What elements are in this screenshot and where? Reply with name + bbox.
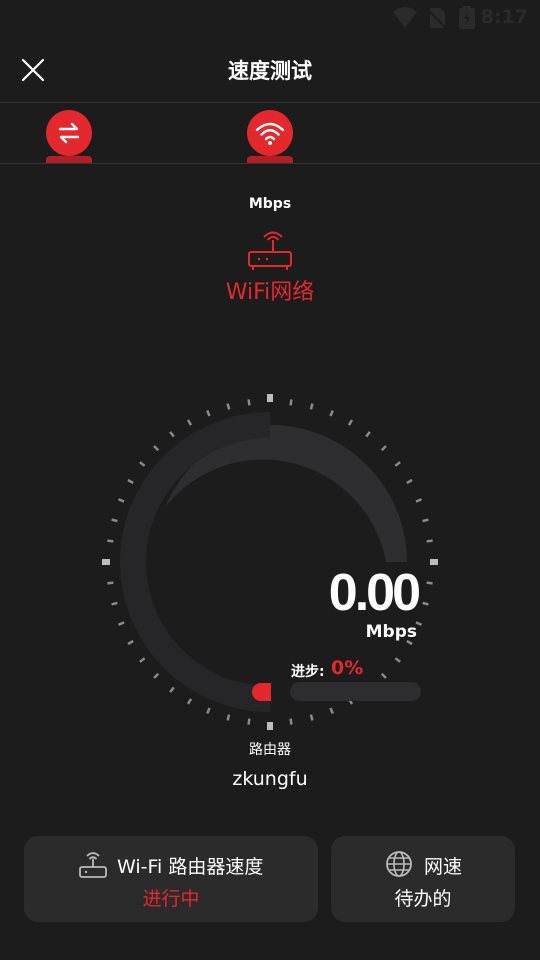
status-time: 8:17 <box>480 6 528 28</box>
gauge-tick <box>309 403 314 410</box>
gauge-tick <box>118 498 125 503</box>
gauge-tick <box>127 639 134 646</box>
gauge-tick <box>139 657 146 663</box>
transfer-icon <box>46 110 92 156</box>
gauge-tick <box>111 601 118 606</box>
server-label: 路由器 <box>249 742 291 758</box>
gauge-tick <box>153 445 160 452</box>
wifi-card-status: 进行中 <box>142 888 200 910</box>
gauge-tick <box>426 581 433 585</box>
gauge-tick <box>422 518 429 523</box>
header-divider <box>0 102 540 103</box>
gauge-tick <box>394 657 401 663</box>
gauge-tick <box>415 498 422 503</box>
server-name: zkungfu <box>232 768 308 790</box>
gauge-tick <box>329 707 334 714</box>
status-bar: 8:17 <box>0 0 540 36</box>
gauge-tick <box>169 431 175 438</box>
progress-value: 0% <box>331 657 364 679</box>
gauge-tick <box>247 718 251 725</box>
net-card-title: 网速 <box>424 856 463 878</box>
progress-bar <box>290 682 421 701</box>
gauge-tick <box>127 478 134 485</box>
gauge-tick <box>347 419 354 426</box>
mode-label: WiFi网络 <box>225 280 315 305</box>
gauge-tick <box>206 707 211 714</box>
gauge-tick <box>226 403 231 410</box>
gauge-tick <box>169 686 175 693</box>
gauge-tick <box>118 621 125 626</box>
wifi-icon <box>393 7 417 28</box>
gauge-tick <box>107 539 114 543</box>
battery-icon <box>459 6 475 29</box>
gauge-tick <box>380 445 387 452</box>
gauge-tick <box>247 399 251 406</box>
router-icon <box>248 231 292 270</box>
gauge-tick <box>206 410 211 417</box>
tab-wifi[interactable] <box>241 108 299 164</box>
gauge-tick <box>153 672 160 679</box>
speed-unit-top: Mbps <box>248 196 292 212</box>
gauge-tick <box>289 718 293 725</box>
gauge-tick <box>289 399 293 406</box>
wifi-icon <box>247 110 293 156</box>
gauge-needle <box>252 683 271 701</box>
tab-transfer[interactable] <box>40 108 98 164</box>
gauge-tick <box>394 461 401 467</box>
gauge-tick <box>107 581 114 585</box>
gauge-tick <box>139 461 146 467</box>
tabs-divider <box>0 163 540 164</box>
page-title: 速度测试 <box>228 59 312 83</box>
gauge-tick <box>422 601 429 606</box>
speed-unit: Mbps <box>365 622 417 642</box>
gauge-tick <box>186 698 193 705</box>
gauge-tick <box>111 518 118 523</box>
net-card-status: 待办的 <box>394 888 452 910</box>
router-icon <box>79 852 107 878</box>
gauge-tick <box>406 478 413 485</box>
gauge-tick <box>186 419 193 426</box>
wifi-card-title: Wi-Fi 路由器速度 <box>117 856 264 878</box>
gauge-tick <box>309 714 314 721</box>
globe-icon <box>386 851 412 877</box>
gauge-tick <box>426 539 433 543</box>
progress-label: 进步: <box>291 664 325 680</box>
gauge-tick <box>329 410 334 417</box>
gauge-tick <box>380 672 387 679</box>
speed-value: 0.00 <box>328 564 421 622</box>
gauge-tick <box>226 714 231 721</box>
no-sim-icon <box>427 8 447 29</box>
gauge-tick <box>365 431 371 438</box>
